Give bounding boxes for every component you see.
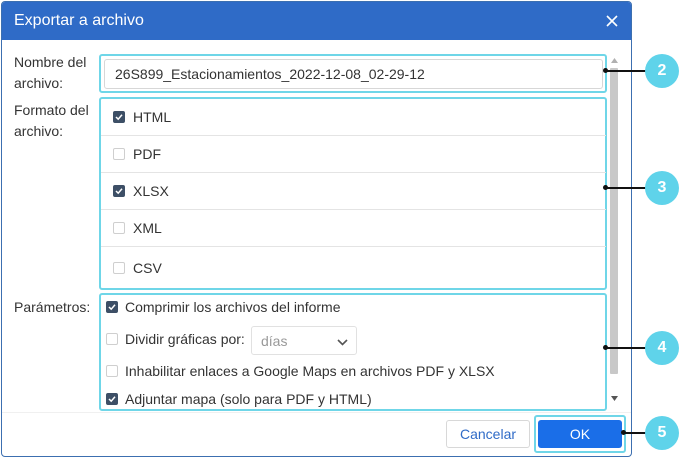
format-option-pdf[interactable]: PDF	[101, 136, 606, 173]
param-split-charts[interactable]: Dividir gráficas por:	[106, 331, 245, 347]
callout-line	[604, 187, 646, 189]
dialog-title-bar: Exportar a archivo	[2, 2, 631, 40]
checkbox-unchecked[interactable]	[113, 148, 125, 160]
callout-badge-3: 3	[645, 171, 679, 205]
format-option-html[interactable]: HTML	[101, 99, 606, 136]
format-option-label: CSV	[133, 259, 162, 276]
callout-badge-5: 5	[645, 416, 679, 450]
checkbox-checked[interactable]	[113, 111, 125, 123]
callout-dot	[621, 430, 626, 435]
chevron-down-icon	[337, 333, 348, 349]
split-charts-select[interactable]: días	[251, 326, 357, 355]
callout-dot	[603, 345, 608, 350]
cancel-button[interactable]: Cancelar	[446, 420, 530, 448]
param-compress-label: Comprimir los archivos del informe	[125, 299, 341, 315]
export-dialog: Exportar a archivo Nombre del archivo: F…	[1, 1, 632, 457]
callout-dot	[603, 68, 608, 73]
callout-badge-2: 2	[645, 54, 679, 88]
checkbox-unchecked[interactable]	[106, 365, 118, 377]
filename-label: Nombre del archivo:	[14, 54, 87, 91]
callout-line	[604, 347, 646, 349]
param-disable-links[interactable]: Inhabilitar enlaces a Google Maps en arc…	[106, 363, 495, 379]
format-list: HTML PDF XLSX XML CSV	[101, 99, 606, 288]
param-compress[interactable]: Comprimir los archivos del informe	[106, 299, 341, 315]
format-option-xml[interactable]: XML	[101, 210, 606, 247]
dialog-title: Exportar a archivo	[14, 12, 144, 29]
format-label: Formato del archivo:	[14, 102, 89, 139]
callout-line	[604, 70, 646, 72]
checkbox-checked[interactable]	[106, 393, 118, 405]
format-option-label: PDF	[133, 146, 161, 162]
format-option-label: XLSX	[133, 183, 169, 199]
format-option-xlsx[interactable]: XLSX	[101, 173, 606, 210]
format-option-label: XML	[133, 220, 162, 236]
checkbox-unchecked[interactable]	[113, 222, 125, 234]
close-icon[interactable]	[601, 10, 623, 32]
scroll-up-arrow-icon[interactable]	[608, 54, 620, 66]
checkbox-unchecked[interactable]	[106, 333, 118, 345]
param-attach-map[interactable]: Adjuntar mapa (solo para PDF y HTML)	[106, 391, 372, 407]
scrollbar-thumb[interactable]	[610, 68, 618, 374]
params-label: Parámetros:	[14, 299, 91, 315]
checkbox-checked[interactable]	[113, 185, 125, 197]
callout-dot	[603, 185, 608, 190]
callout-line	[623, 432, 646, 434]
param-disable-links-label: Inhabilitar enlaces a Google Maps en arc…	[125, 363, 495, 379]
checkbox-checked[interactable]	[106, 301, 118, 313]
ok-button[interactable]: OK	[538, 420, 622, 448]
callout-badge-4: 4	[645, 331, 679, 365]
format-option-csv[interactable]: CSV	[101, 249, 606, 286]
footer-divider	[2, 412, 631, 413]
scrollbar[interactable]	[608, 54, 620, 410]
split-charts-select-value: días	[261, 332, 288, 349]
param-attach-map-label: Adjuntar mapa (solo para PDF y HTML)	[125, 391, 372, 407]
filename-input[interactable]	[104, 59, 603, 89]
param-split-charts-label: Dividir gráficas por:	[125, 331, 245, 347]
format-option-label: HTML	[133, 109, 172, 125]
checkbox-unchecked[interactable]	[113, 261, 125, 274]
scroll-down-arrow-icon[interactable]	[608, 392, 620, 404]
